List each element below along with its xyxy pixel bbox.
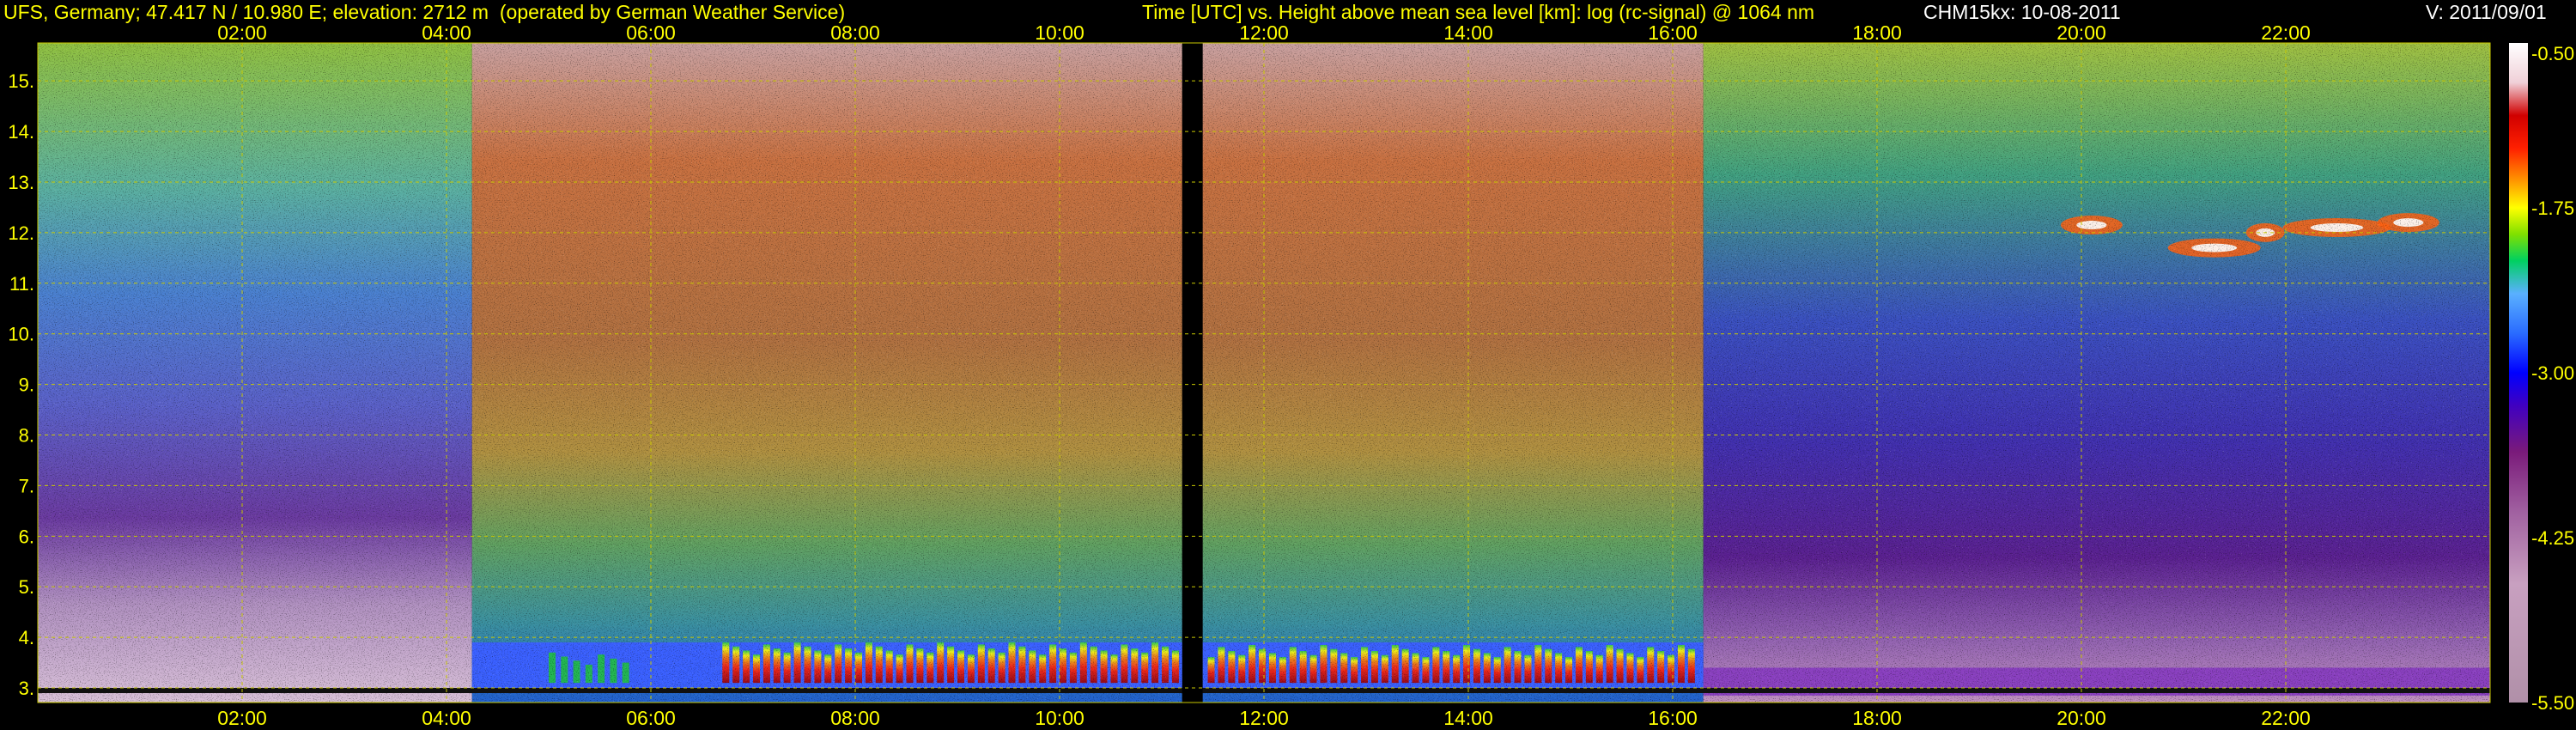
x-tick-label-bottom: 18:00 xyxy=(1852,707,1902,729)
y-tick-label: 13. xyxy=(8,172,34,193)
y-tick-label: 8. xyxy=(19,425,34,447)
ceilometer-chart: 3. 4. 5. 6. 7. 8. 9. 10. 11. 12. 13. 14. 15. 02:00 04… xyxy=(8,21,2574,729)
x-axis-top: 02:00 04:00 06:00 08:00 10:00 12:00 14:00 16:00… xyxy=(217,21,2311,44)
y-tick-label: 10. xyxy=(8,324,34,345)
colorbar-tick-label: -0.50 xyxy=(2531,43,2574,64)
y-tick-label: 7. xyxy=(19,475,34,496)
x-tick-label-bottom: 04:00 xyxy=(422,707,471,729)
y-tick-label: 11. xyxy=(9,273,34,295)
plot-title: Time [UTC] vs. Height above mean sea lev… xyxy=(1142,1,1815,23)
plot-area xyxy=(38,43,2490,703)
y-tick-label: 6. xyxy=(19,526,34,547)
colorbar-tick-label: -1.75 xyxy=(2531,198,2574,219)
colorbar: -0.50 -1.75 -3.00 -4.25 -5.50 xyxy=(2509,43,2574,714)
x-tick-label-top: 10:00 xyxy=(1035,21,1084,44)
x-tick-label-bottom: 08:00 xyxy=(830,707,880,729)
x-tick-label-bottom: 02:00 xyxy=(217,707,267,729)
x-tick-label-bottom: 14:00 xyxy=(1443,707,1493,729)
colorbar-tick-label: -4.25 xyxy=(2531,527,2574,549)
x-tick-label-top: 06:00 xyxy=(626,21,676,44)
data-gap xyxy=(1182,43,1203,703)
y-tick-label: 9. xyxy=(19,374,34,396)
x-tick-label-bottom: 22:00 xyxy=(2261,707,2311,729)
y-tick-label: 14. xyxy=(8,121,34,143)
y-tick-label: 15. xyxy=(8,70,34,92)
x-tick-label-bottom: 12:00 xyxy=(1239,707,1289,729)
x-tick-label-top: 12:00 xyxy=(1239,21,1289,44)
y-tick-label: 5. xyxy=(19,576,34,598)
x-tick-label-top: 14:00 xyxy=(1443,21,1493,44)
x-axis-bottom: 02:00 04:00 06:00 08:00 10:00 12:00 14:00 16:00… xyxy=(217,707,2311,729)
x-tick-label-top: 16:00 xyxy=(1648,21,1698,44)
x-tick-label-bottom: 16:00 xyxy=(1648,707,1698,729)
station-info: UFS, Germany; 47.417 N / 10.980 E; eleva… xyxy=(3,1,846,23)
x-tick-label-bottom: 20:00 xyxy=(2057,707,2106,729)
x-tick-label-bottom: 06:00 xyxy=(626,707,676,729)
y-tick-label: 12. xyxy=(8,222,34,244)
x-tick-label-top: 08:00 xyxy=(830,21,880,44)
version-label: V: 2011/09/01 xyxy=(2426,1,2547,23)
colorbar-ticks: -0.50 -1.75 -3.00 -4.25 -5.50 xyxy=(2531,43,2574,714)
instrument-date: CHM15kx: 10-08-2011 xyxy=(1923,1,2121,23)
x-tick-label-bottom: 10:00 xyxy=(1035,707,1084,729)
x-tick-label-top: 22:00 xyxy=(2261,21,2311,44)
x-tick-label-top: 02:00 xyxy=(217,21,267,44)
colorbar-tick-label: -3.00 xyxy=(2531,362,2574,384)
x-tick-label-top: 04:00 xyxy=(422,21,471,44)
y-axis: 3. 4. 5. 6. 7. 8. 9. 10. 11. 12. 13. 14. 15. xyxy=(8,70,34,699)
x-tick-label-top: 18:00 xyxy=(1852,21,1902,44)
y-tick-label: 4. xyxy=(19,627,34,648)
colorbar-scale xyxy=(2509,43,2528,703)
x-tick-label-top: 20:00 xyxy=(2057,21,2106,44)
colorbar-tick-label: -5.50 xyxy=(2531,692,2574,714)
y-tick-label: 3. xyxy=(19,678,34,699)
